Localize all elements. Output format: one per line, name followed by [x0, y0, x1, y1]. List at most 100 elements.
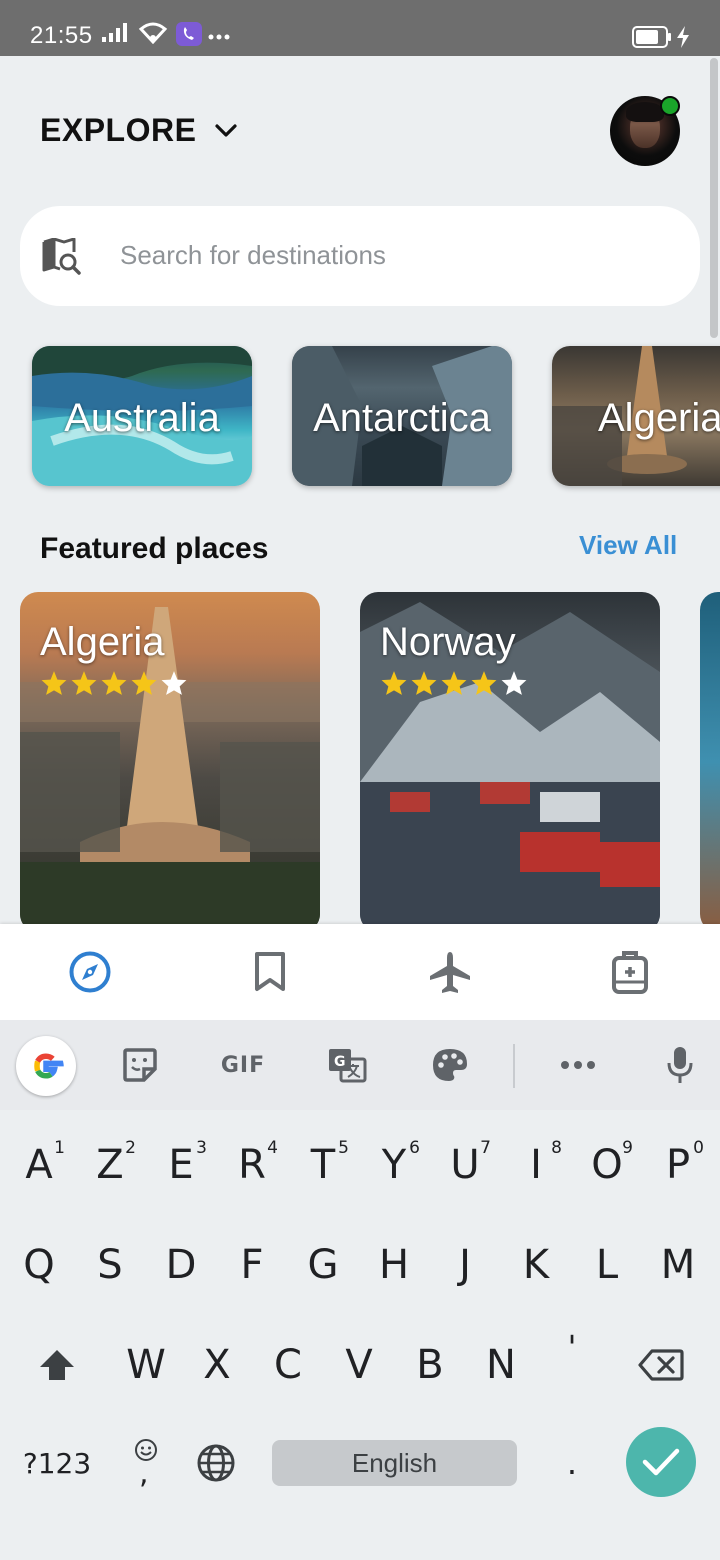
- nav-explore[interactable]: [0, 924, 180, 1020]
- key-m[interactable]: M: [644, 1220, 712, 1310]
- key-p[interactable]: P0: [644, 1120, 712, 1210]
- more-button[interactable]: [553, 1040, 603, 1090]
- page-title: EXPLORE: [40, 112, 197, 148]
- key-l[interactable]: L: [573, 1220, 641, 1310]
- nav-flights[interactable]: [360, 924, 540, 1020]
- featured-card-norway[interactable]: Norway: [360, 592, 660, 924]
- star-filled-icon: [101, 671, 127, 695]
- theme-button[interactable]: [425, 1040, 475, 1090]
- google-g-icon: [34, 1053, 64, 1079]
- key-label: E: [168, 1142, 194, 1188]
- key-n[interactable]: N: [467, 1320, 535, 1410]
- key-label: P: [665, 1142, 691, 1188]
- comma-label: ,: [139, 1456, 149, 1491]
- key-apostrophe[interactable]: ': [538, 1302, 606, 1392]
- key-h[interactable]: H: [360, 1220, 428, 1310]
- nav-trips[interactable]: [540, 924, 720, 1020]
- featured-card-partial[interactable]: [700, 592, 720, 924]
- star-empty-icon: [161, 671, 187, 695]
- star-empty-icon: [501, 671, 527, 695]
- app-content: EXPLORE Australia Anta: [0, 56, 720, 924]
- place-name: Norway: [380, 620, 516, 664]
- key-q[interactable]: Q: [5, 1220, 73, 1310]
- key-j[interactable]: J: [431, 1220, 499, 1310]
- explore-dropdown[interactable]: EXPLORE: [40, 112, 238, 149]
- rating-stars: [380, 670, 528, 696]
- symbols-key[interactable]: ?123: [20, 1418, 94, 1508]
- backspace-key[interactable]: [626, 1320, 696, 1410]
- key-d[interactable]: D: [147, 1220, 215, 1310]
- language-key[interactable]: [182, 1418, 250, 1508]
- backspace-icon: [638, 1349, 684, 1381]
- map-search-icon: [42, 238, 81, 275]
- nav-saved[interactable]: [180, 924, 360, 1020]
- viber-icon: [176, 22, 202, 46]
- more-horiz-icon: [561, 1061, 595, 1069]
- key-t[interactable]: T5: [289, 1120, 357, 1210]
- globe-icon: [197, 1444, 235, 1482]
- rating-stars: [40, 670, 188, 696]
- translate-button[interactable]: G: [322, 1040, 372, 1090]
- key-label: R: [238, 1142, 266, 1188]
- view-all-link[interactable]: View All: [579, 530, 677, 561]
- key-s[interactable]: S: [76, 1220, 144, 1310]
- key-e[interactable]: E3: [147, 1120, 215, 1210]
- more-notifications-icon: [208, 34, 230, 40]
- key-hint: 5: [338, 1138, 349, 1158]
- section-title-featured: Featured places: [40, 532, 269, 565]
- place-name: Algeria: [40, 620, 165, 664]
- voice-input-button[interactable]: [655, 1040, 705, 1090]
- country-label: Australia: [64, 396, 220, 440]
- checkmark-icon: [642, 1448, 680, 1476]
- key-u[interactable]: U7: [431, 1120, 499, 1210]
- microphone-icon: [667, 1047, 693, 1083]
- comma-emoji-key[interactable]: ,: [112, 1418, 180, 1508]
- search-bar[interactable]: [20, 206, 700, 306]
- soft-keyboard: GIF G A 1 Z 2 E 3 R 4 T 5 Y 6 U 7 I 8 O …: [0, 1020, 720, 1560]
- status-bar: 21:55: [0, 0, 720, 56]
- country-label: Algeria: [598, 396, 720, 440]
- avatar-hair: [626, 102, 664, 122]
- chevron-down-icon: [215, 123, 238, 137]
- key-hint: 0: [693, 1138, 704, 1158]
- country-card-algeria[interactable]: Algeria: [552, 346, 720, 486]
- key-y[interactable]: Y6: [360, 1120, 428, 1210]
- star-filled-icon: [71, 671, 97, 695]
- google-button[interactable]: [16, 1036, 76, 1096]
- key-hint: 9: [622, 1138, 633, 1158]
- key-o[interactable]: O9: [573, 1120, 641, 1210]
- key-i[interactable]: I8: [502, 1120, 570, 1210]
- spacebar[interactable]: English: [272, 1440, 517, 1486]
- gif-button[interactable]: GIF: [215, 1040, 271, 1090]
- star-filled-icon: [441, 671, 467, 695]
- key-b[interactable]: B: [396, 1320, 464, 1410]
- enter-key[interactable]: [626, 1427, 696, 1497]
- key-g[interactable]: G: [289, 1220, 357, 1310]
- key-r[interactable]: R4: [218, 1120, 286, 1210]
- key-z[interactable]: Z2: [76, 1120, 144, 1210]
- key-w[interactable]: W: [112, 1320, 180, 1410]
- country-card-australia[interactable]: Australia: [32, 346, 252, 486]
- star-filled-icon: [381, 671, 407, 695]
- key-k[interactable]: K: [502, 1220, 570, 1310]
- key-label: O: [591, 1142, 623, 1188]
- key-x[interactable]: X: [183, 1320, 251, 1410]
- key-a[interactable]: A1: [5, 1120, 73, 1210]
- search-input[interactable]: [120, 240, 680, 271]
- charging-icon: [677, 26, 689, 48]
- period-key[interactable]: .: [538, 1418, 606, 1508]
- country-card-antarctica[interactable]: Antarctica: [292, 346, 512, 486]
- key-c[interactable]: C: [254, 1320, 322, 1410]
- status-time: 21:55: [30, 22, 93, 49]
- sticker-button[interactable]: [115, 1040, 165, 1090]
- key-f[interactable]: F: [218, 1220, 286, 1310]
- palette-icon: [433, 1049, 467, 1081]
- battery-icon: [632, 26, 671, 48]
- luggage-icon: [612, 951, 648, 994]
- key-v[interactable]: V: [325, 1320, 393, 1410]
- featured-card-algeria[interactable]: Algeria: [20, 592, 320, 924]
- key-label: A: [25, 1142, 53, 1188]
- key-hint: 4: [267, 1138, 278, 1158]
- scrollbar[interactable]: [710, 58, 718, 338]
- shift-key[interactable]: [22, 1320, 92, 1410]
